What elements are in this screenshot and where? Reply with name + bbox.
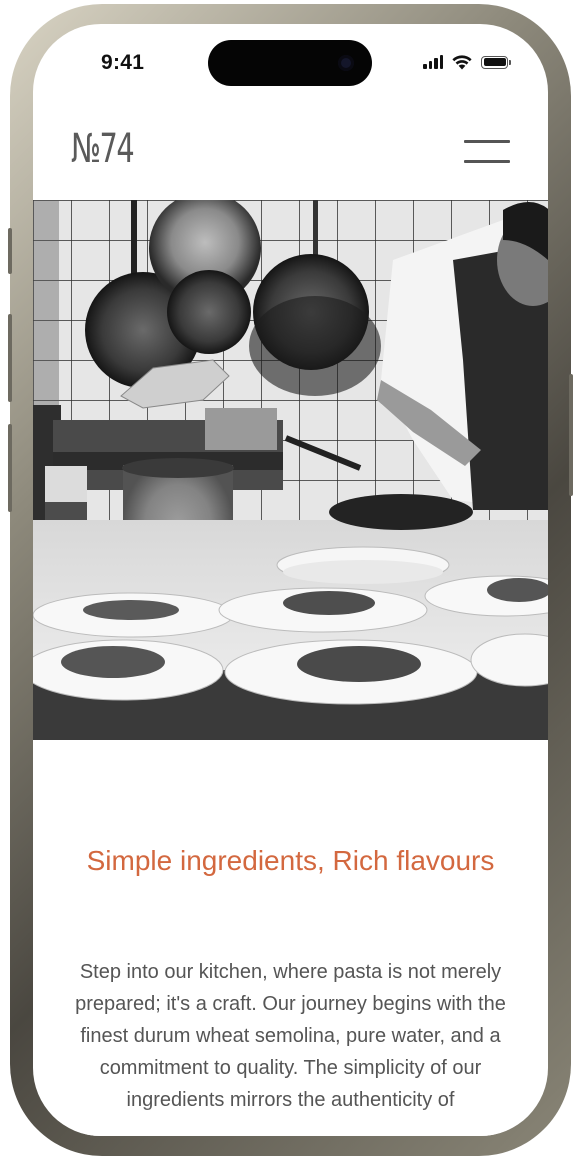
battery-icon — [481, 55, 511, 69]
cellular-signal-icon — [423, 55, 443, 69]
kitchen-photo — [33, 200, 548, 740]
section-body-text: Step into our kitchen, where pasta is no… — [75, 961, 506, 1111]
action-button — [8, 228, 12, 274]
status-time: 9:41 — [101, 51, 145, 74]
front-camera — [338, 55, 354, 71]
hamburger-menu-icon[interactable] — [464, 138, 510, 164]
hero-image — [33, 200, 548, 740]
wifi-icon — [452, 55, 472, 70]
bottom-fade — [33, 1106, 548, 1136]
volume-up-button — [8, 314, 12, 402]
brand-logo[interactable]: №74 — [71, 126, 135, 172]
power-button — [569, 374, 573, 496]
phone-screen: 9:41 №74 Simple ingredients, Rich flavou… — [33, 24, 548, 1136]
volume-down-button — [8, 424, 12, 512]
status-icons — [423, 54, 511, 70]
dynamic-island — [208, 40, 372, 86]
battery-level — [483, 58, 506, 66]
section-heading: Simple ingredients, Rich flavours — [86, 845, 495, 876]
